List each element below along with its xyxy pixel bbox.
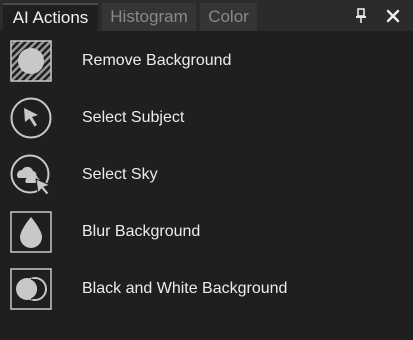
action-select-sky[interactable]: Select Sky	[0, 148, 413, 202]
action-label: Remove Background	[82, 52, 232, 69]
action-label: Select Subject	[82, 109, 185, 126]
tab-color[interactable]: Color	[200, 3, 257, 31]
ai-actions-panel: AI Actions Histogram Color Remove Backgr…	[0, 0, 413, 340]
remove-background-icon	[10, 40, 52, 82]
tab-ai-actions[interactable]: AI Actions	[3, 3, 98, 31]
action-label: Select Sky	[82, 166, 158, 183]
action-black-and-white-background[interactable]: Black and White Background	[0, 262, 413, 316]
close-icon	[386, 9, 400, 23]
black-and-white-background-icon	[10, 268, 52, 310]
select-sky-icon	[10, 154, 52, 196]
close-button[interactable]	[383, 6, 403, 26]
pin-icon	[356, 8, 366, 23]
action-label: Black and White Background	[82, 280, 288, 297]
action-label: Blur Background	[82, 223, 201, 240]
action-select-subject[interactable]: Select Subject	[0, 91, 413, 145]
tab-bar: AI Actions Histogram Color	[0, 0, 413, 31]
action-remove-background[interactable]: Remove Background	[0, 34, 413, 88]
select-subject-icon	[10, 97, 52, 139]
action-blur-background[interactable]: Blur Background	[0, 205, 413, 259]
blur-background-icon	[10, 211, 52, 253]
pin-button[interactable]	[351, 6, 371, 26]
tab-histogram[interactable]: Histogram	[102, 3, 196, 31]
